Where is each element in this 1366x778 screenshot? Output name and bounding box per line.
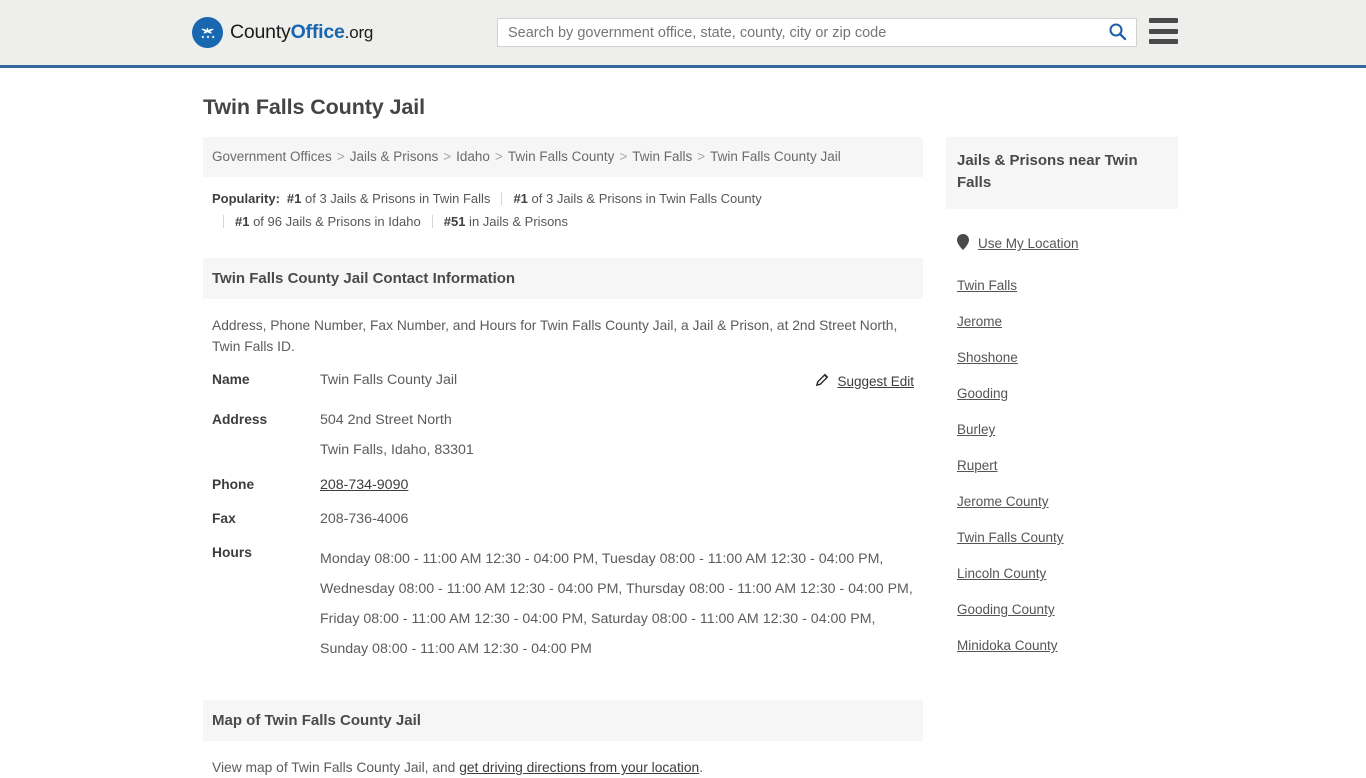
sidebar-item-label[interactable]: Shoshone — [957, 350, 1018, 365]
sidebar-item-label[interactable]: Burley — [957, 422, 995, 437]
breadcrumb-separator: > — [443, 149, 452, 164]
use-my-location-link[interactable]: Use My Location — [978, 236, 1079, 251]
sidebar-item-use-my-location[interactable]: Use My Location — [957, 234, 1167, 253]
breadcrumb-item[interactable]: Twin Falls — [632, 149, 692, 164]
sidebar-item[interactable]: Gooding County — [957, 602, 1167, 617]
sidebar-item-label[interactable]: Lincoln County — [957, 566, 1046, 581]
suggest-edit[interactable]: Suggest Edit — [815, 372, 914, 390]
map-section-heading: Map of Twin Falls County Jail — [203, 700, 923, 741]
popularity-rank: #1 — [286, 191, 302, 206]
logo-part-org: .org — [344, 23, 374, 42]
logo-part-county: County — [230, 21, 291, 43]
sidebar-item-label[interactable]: Jerome — [957, 314, 1002, 329]
edit-pencil-icon — [815, 372, 830, 390]
hamburger-menu-icon-bar — [1149, 39, 1178, 44]
popularity-rank: #51 — [443, 214, 466, 229]
sidebar-list: Use My Location Twin Falls Jerome Shoshone… — [946, 234, 1178, 653]
popularity-item: #1 of 3 Jails & Prisons in Twin Falls Co… — [513, 191, 762, 206]
contact-row-hours: Hours Monday 08:00 - 11:00 AM 12:30 - 04… — [203, 544, 923, 664]
address-line-2: Twin Falls, Idaho, 83301 — [320, 442, 474, 458]
sidebar-item[interactable]: Lincoln County — [957, 566, 1167, 581]
popularity-label: Popularity: — [212, 191, 280, 206]
search-button[interactable] — [1098, 19, 1136, 46]
map-pin-icon — [957, 234, 969, 253]
contact-value-phone: 208-734-9090 — [320, 476, 408, 494]
hamburger-menu-icon-bar — [1149, 18, 1178, 23]
popularity-rank: #1 — [235, 214, 250, 229]
breadcrumb-item[interactable]: Government Offices — [212, 149, 332, 164]
sidebar-item[interactable]: Rupert — [957, 458, 1167, 473]
sidebar-item-label[interactable]: Gooding — [957, 386, 1008, 401]
sidebar-item[interactable]: Minidoka County — [957, 638, 1167, 653]
site-logo-text: CountyOffice.org — [230, 21, 373, 44]
contact-key: Fax — [212, 511, 236, 526]
site-header: CountyOffice.org — [0, 0, 1366, 68]
popularity-rank: #1 — [513, 191, 528, 206]
breadcrumb-separator: > — [336, 149, 345, 164]
content-row: Government Offices > Jails & Prisons > Idaho… — [0, 120, 1366, 778]
sidebar-item-label[interactable]: Rupert — [957, 458, 998, 473]
contact-key: Address — [212, 412, 268, 427]
contact-section-description: Address, Phone Number, Fax Number, and H… — [212, 318, 898, 354]
sidebar-item-label[interactable]: Twin Falls — [957, 278, 1017, 293]
sidebar-item[interactable]: Twin Falls County — [957, 530, 1167, 545]
main-column: Government Offices > Jails & Prisons > Idaho… — [203, 120, 923, 778]
sidebar-item[interactable]: Gooding — [957, 386, 1167, 401]
popularity-item: #51 in Jails & Prisons — [443, 214, 569, 229]
sidebar-item[interactable]: Twin Falls — [957, 278, 1167, 293]
page-body: Twin Falls County Jail Government Office… — [0, 95, 1366, 778]
contact-key: Phone — [212, 477, 255, 492]
phone-link[interactable]: 208-734-9090 — [320, 477, 408, 493]
contact-key: Hours — [212, 545, 252, 560]
suggest-edit-link[interactable]: Suggest Edit — [837, 374, 914, 389]
contact-row-address: Address 504 2nd Street North Twin Falls,… — [203, 411, 923, 459]
popularity-item: #1 of 96 Jails & Prisons in Idaho — [235, 214, 421, 229]
contact-row-phone: Phone 208-734-9090 — [203, 476, 923, 494]
breadcrumb-item[interactable]: Twin Falls County Jail — [710, 149, 841, 164]
sidebar-item[interactable]: Shoshone — [957, 350, 1167, 365]
contact-table: Suggest Edit Name Twin Falls County Jail… — [203, 371, 923, 664]
popularity-divider — [223, 215, 224, 228]
breadcrumb-separator: > — [697, 149, 706, 164]
search-bar — [497, 18, 1137, 47]
contact-value-address: 504 2nd Street North Twin Falls, Idaho, … — [320, 411, 474, 459]
logo-part-office: Office — [290, 21, 345, 43]
hamburger-menu-icon-bar — [1149, 28, 1178, 34]
search-icon — [1108, 22, 1127, 44]
sidebar-item-label[interactable]: Minidoka County — [957, 638, 1058, 653]
map-section-description: View map of Twin Falls County Jail, and … — [203, 741, 908, 778]
page-title: Twin Falls County Jail — [203, 95, 425, 119]
breadcrumb-item[interactable]: Twin Falls County — [508, 149, 615, 164]
popularity-divider — [431, 215, 433, 228]
sidebar-heading: Jails & Prisons near Twin Falls — [946, 137, 1178, 209]
sidebar-item-label[interactable]: Gooding County — [957, 602, 1055, 617]
hamburger-menu-button[interactable] — [1149, 18, 1178, 44]
breadcrumb-separator: > — [494, 149, 503, 164]
sidebar-item-label[interactable]: Twin Falls County — [957, 530, 1064, 545]
breadcrumb-item[interactable]: Jails & Prisons — [350, 149, 439, 164]
sidebar-item-label[interactable]: Jerome County — [957, 494, 1049, 509]
breadcrumb-item[interactable]: Idaho — [456, 149, 490, 164]
breadcrumb: Government Offices > Jails & Prisons > Idaho… — [203, 137, 923, 177]
contact-row-fax: Fax 208-736-4006 — [203, 510, 923, 528]
popularity-item: #1 of 3 Jails & Prisons in Twin Falls — [286, 191, 491, 206]
site-logo[interactable]: CountyOffice.org — [192, 17, 373, 48]
eagle-shield-logo-icon — [192, 17, 223, 48]
popularity-divider — [501, 192, 503, 205]
popularity-section: Popularity: #1 of 3 Jails & Prisons in Tw… — [203, 177, 923, 239]
contact-value-name: Twin Falls County Jail — [320, 372, 458, 388]
sidebar: Jails & Prisons near Twin Falls Use My L… — [946, 120, 1178, 778]
contact-section-heading: Twin Falls County Jail Contact Informati… — [203, 258, 923, 299]
sidebar-item[interactable]: Jerome County — [957, 494, 1167, 509]
search-input[interactable] — [498, 19, 1098, 46]
contact-value-hours: Monday 08:00 - 11:00 AM 12:30 - 04:00 PM… — [320, 551, 913, 657]
sidebar-item[interactable]: Jerome — [957, 314, 1167, 329]
sidebar-item[interactable]: Burley — [957, 422, 1167, 437]
breadcrumb-separator: > — [619, 149, 628, 164]
contact-value-fax: 208-736-4006 — [320, 511, 409, 527]
address-line-1: 504 2nd Street North — [320, 412, 452, 428]
contact-key: Name — [212, 372, 250, 387]
